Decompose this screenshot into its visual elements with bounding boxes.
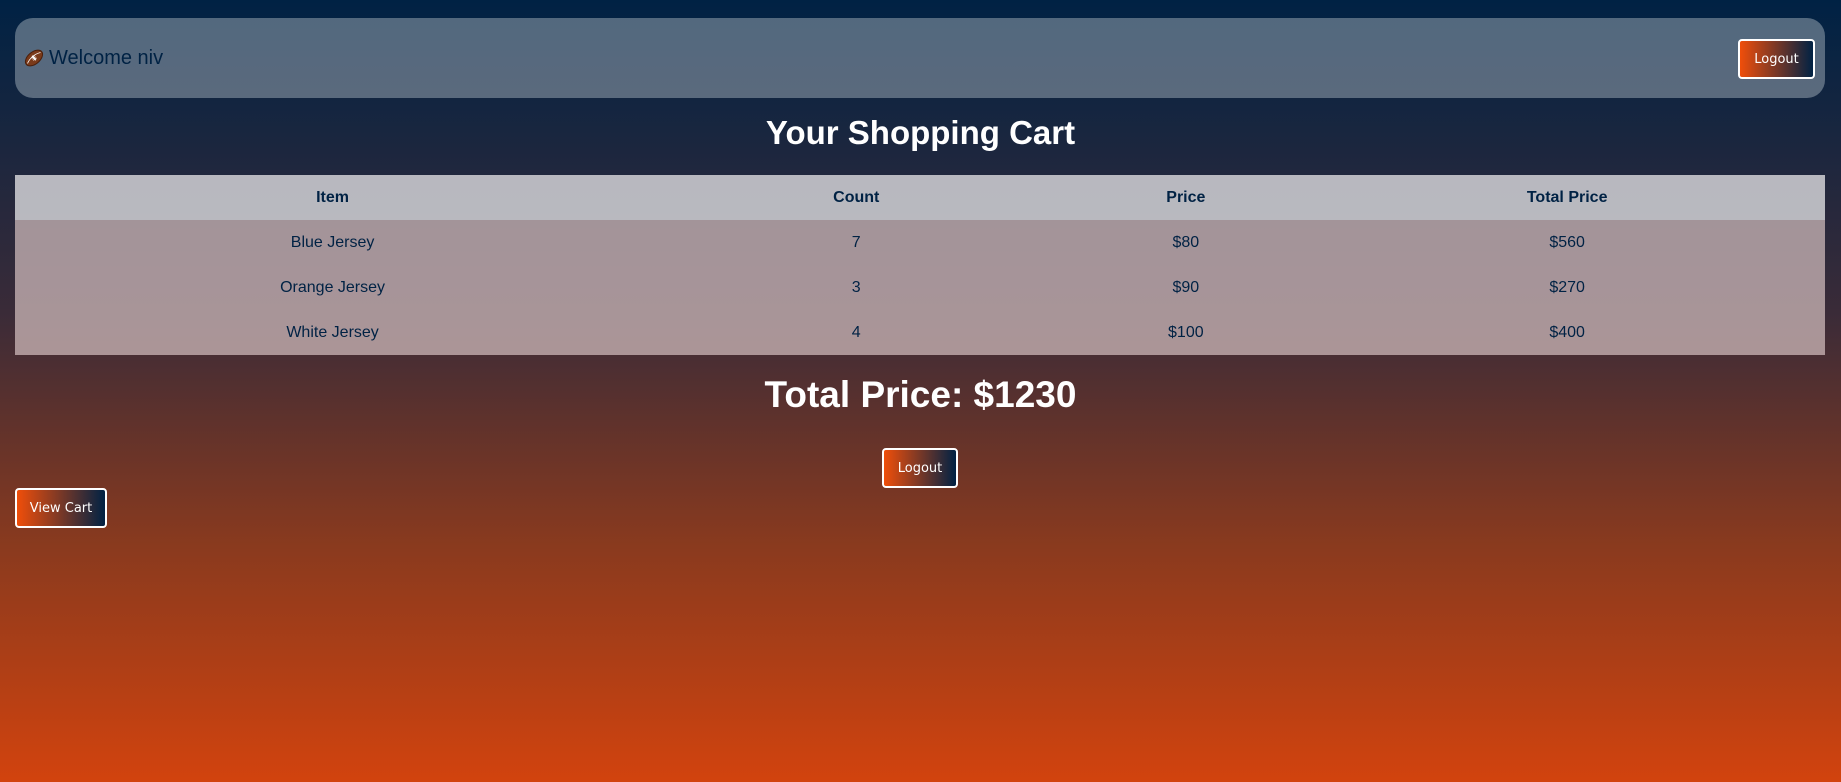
cart-total-price: Total Price: $1230 [764,374,1077,415]
logout-button[interactable]: Logout [882,448,958,488]
cell-item: Blue Jersey [290,233,375,251]
table-row: White Jersey 4 $100 $400 [15,310,1825,355]
top-nav-bar: Welcome niv Logout [15,18,1825,98]
cell-price: $80 [1172,233,1200,251]
column-header-price: Price [1166,188,1206,206]
logout-button-header[interactable]: Logout [1738,39,1815,79]
cell-item: Orange Jersey [280,278,386,296]
table-header-row: Item Count Price Total Price [15,175,1825,220]
cell-total-price: $270 [1549,278,1585,296]
column-header-count: Count [833,188,880,206]
welcome-text: Welcome niv [49,46,164,69]
cell-total-price: $400 [1549,323,1585,341]
view-cart-button[interactable]: View Cart [15,488,107,528]
cell-count: 3 [851,278,861,296]
table-row: Blue Jersey 7 $80 $560 [15,220,1825,265]
page-title: Your Shopping Cart [765,114,1076,151]
welcome-message: Welcome niv [23,18,163,98]
cell-count: 7 [851,233,861,251]
column-header-item: Item [316,188,350,206]
cell-item: White Jersey [286,323,379,341]
column-header-total-price: Total Price [1526,188,1608,206]
cart-table: Item Count Price Total Price Blue Jersey… [15,175,1825,355]
american-football-icon [23,47,45,69]
cell-count: 4 [851,323,861,341]
table-row: Orange Jersey 3 $90 $270 [15,265,1825,310]
cell-price: $100 [1168,323,1204,341]
cell-price: $90 [1172,278,1200,296]
cell-total-price: $560 [1549,233,1585,251]
